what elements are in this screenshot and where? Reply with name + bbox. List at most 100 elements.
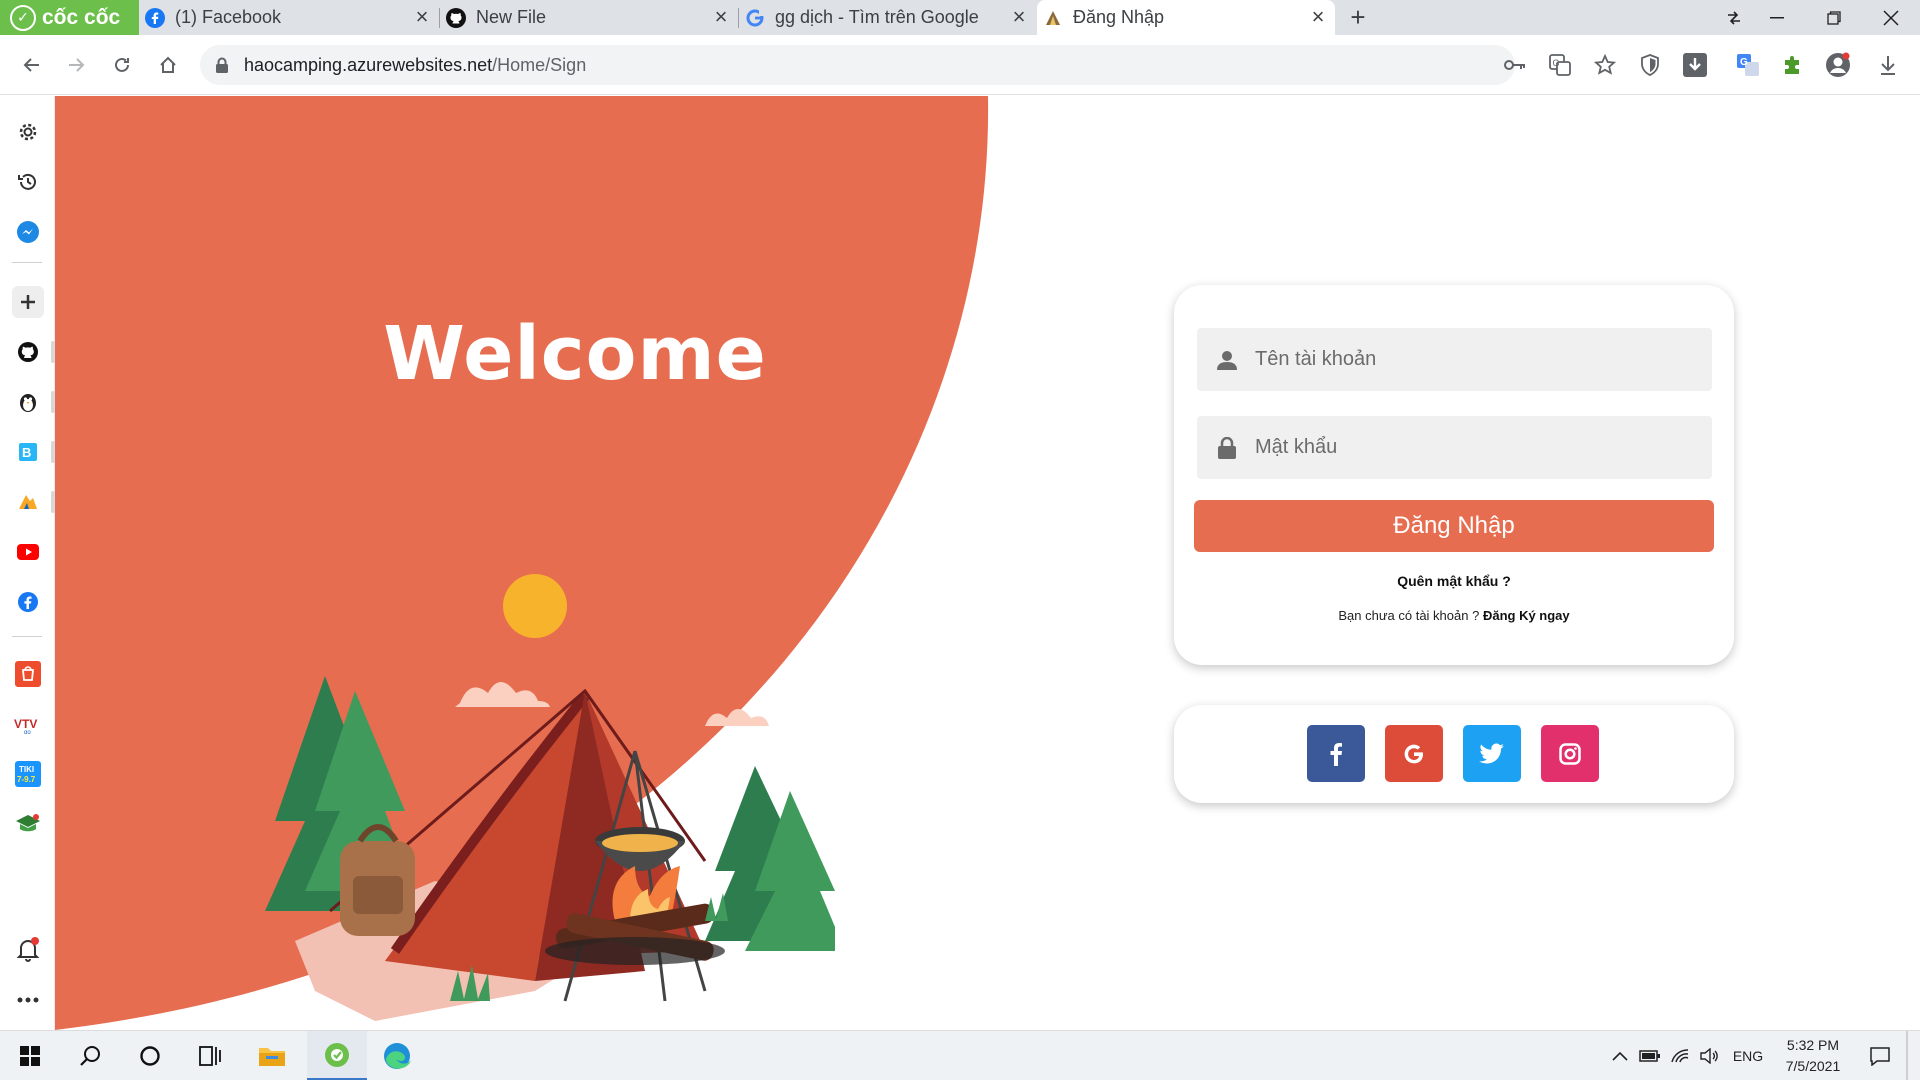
tab-github[interactable]: New File ×	[440, 0, 738, 35]
show-desktop-strip[interactable]	[1906, 1031, 1908, 1080]
url-host: haocamping.azurewebsites.net	[244, 54, 493, 75]
edge-icon[interactable]	[372, 1031, 422, 1080]
study-app-icon[interactable]: B	[12, 436, 44, 468]
facebook-login-button[interactable]	[1307, 725, 1365, 782]
key-icon[interactable]	[1500, 50, 1530, 80]
history-icon[interactable]	[12, 166, 44, 198]
notification-bell-icon[interactable]	[12, 934, 44, 966]
twitter-login-button[interactable]	[1463, 725, 1521, 782]
tab-close-icon[interactable]: ×	[1008, 6, 1030, 28]
messenger-icon[interactable]	[12, 216, 44, 248]
welcome-heading: Welcome	[383, 311, 767, 397]
clock-date: 7/5/2021	[1785, 1058, 1841, 1074]
tab-title: Đăng Nhập	[1073, 7, 1165, 27]
minimize-window-button[interactable]	[1749, 0, 1805, 35]
login-card: Đăng Nhập Quên mật khẩu ? Bạn chưa có tà…	[1174, 285, 1734, 665]
volume-icon[interactable]	[1695, 1031, 1725, 1080]
coccoc-taskbar-icon[interactable]	[307, 1031, 367, 1080]
camping-illustration	[265, 574, 835, 1021]
svg-text:go: go	[24, 730, 31, 734]
windows-start-icon[interactable]	[5, 1031, 55, 1080]
github-app-icon[interactable]	[12, 336, 44, 368]
settings-gear-icon[interactable]	[12, 116, 44, 148]
facebook-app-icon[interactable]	[12, 586, 44, 618]
forgot-password-link[interactable]: Quên mật khẩu ?	[1174, 573, 1734, 589]
google-icon	[745, 8, 765, 28]
youtube-icon[interactable]	[12, 536, 44, 568]
sidebar-divider	[12, 636, 42, 637]
svg-text:7-9.7: 7-9.7	[17, 775, 36, 784]
new-tab-button[interactable]: +	[1344, 3, 1372, 31]
tab-title: New File	[476, 7, 547, 27]
tab-close-icon[interactable]: ×	[411, 6, 433, 28]
google-icon	[1404, 744, 1423, 763]
shield-icon[interactable]	[1635, 50, 1665, 80]
signup-prompt: Bạn chưa có tài khoản ? Đăng Ký ngay	[1174, 608, 1734, 623]
camping-favicon	[1043, 8, 1063, 28]
password-input[interactable]	[1255, 436, 1685, 459]
more-options-icon[interactable]	[12, 984, 44, 1016]
shopee-app-icon[interactable]	[12, 658, 44, 690]
notification-center-icon[interactable]	[1862, 1031, 1898, 1080]
username-input[interactable]	[1255, 348, 1685, 371]
download-box-icon[interactable]	[1680, 50, 1710, 80]
url-path: /Home/Sign	[492, 54, 587, 75]
coccoc-brand-label: cốc cốc	[42, 5, 121, 29]
svg-text:G: G	[1553, 58, 1560, 68]
tray-overflow-chevron-icon[interactable]	[1605, 1031, 1635, 1080]
profile-avatar-icon[interactable]	[1823, 50, 1853, 80]
cortana-icon[interactable]	[125, 1031, 175, 1080]
twitter-icon	[1479, 742, 1504, 763]
penguin-app-icon[interactable]	[12, 386, 44, 418]
language-indicator[interactable]: ENG	[1728, 1031, 1768, 1080]
facebook-icon	[145, 7, 165, 28]
login-submit-button[interactable]: Đăng Nhập	[1194, 500, 1714, 552]
instagram-login-button[interactable]	[1541, 725, 1599, 782]
reload-button[interactable]	[106, 49, 138, 81]
browser-sidebar: B VTV go TIKI 7-9.7	[0, 96, 55, 1030]
tab-title: (1) Facebook	[175, 7, 282, 27]
tiki-app-icon[interactable]: TIKI 7-9.7	[12, 758, 44, 790]
vtv-app-icon[interactable]: VTV go	[12, 708, 44, 740]
close-window-button[interactable]	[1863, 0, 1919, 35]
svg-text:B: B	[22, 445, 31, 460]
search-icon[interactable]	[65, 1031, 115, 1080]
tab-google-search[interactable]: gg dịch - Tìm trên Google ×	[739, 0, 1036, 35]
forward-button[interactable]	[60, 49, 92, 81]
browser-toolbar: haocamping.azurewebsites.net/Home/Sign G…	[0, 35, 1920, 95]
password-field[interactable]	[1197, 416, 1712, 479]
tab-facebook[interactable]: (1) Facebook ×	[139, 0, 439, 35]
translate-icon[interactable]: G	[1545, 50, 1575, 80]
coccoc-menu-button[interactable]: ✓ cốc cốc	[0, 0, 139, 35]
lock-icon	[216, 57, 228, 73]
svg-text:G: G	[1740, 57, 1748, 68]
tab-close-icon[interactable]: ×	[1307, 6, 1329, 28]
system-clock[interactable]: 5:32 PM 7/5/2021	[1770, 1035, 1856, 1077]
no-account-text: Bạn chưa có tài khoản ?	[1338, 608, 1480, 623]
google-login-button[interactable]	[1385, 725, 1443, 782]
lock-icon	[1215, 436, 1239, 460]
address-bar[interactable]: haocamping.azurewebsites.net/Home/Sign	[200, 45, 1515, 85]
extensions-puzzle-icon[interactable]	[1778, 50, 1808, 80]
file-explorer-icon[interactable]	[247, 1031, 297, 1080]
translate-extension-icon[interactable]: G	[1733, 50, 1763, 80]
task-view-icon[interactable]	[185, 1031, 235, 1080]
bookmark-star-icon[interactable]	[1590, 50, 1620, 80]
battery-icon[interactable]	[1635, 1031, 1665, 1080]
signup-link[interactable]: Đăng Ký ngay	[1483, 608, 1570, 623]
home-button[interactable]	[152, 49, 184, 81]
add-app-icon[interactable]	[12, 286, 44, 318]
restore-window-button[interactable]	[1806, 0, 1862, 35]
clock-time: 5:32 PM	[1786, 1037, 1840, 1053]
svg-text:TIKI: TIKI	[19, 765, 34, 774]
facebook-icon	[1330, 742, 1342, 766]
wifi-icon[interactable]	[1665, 1031, 1695, 1080]
tab-close-icon[interactable]: ×	[710, 6, 732, 28]
ticket-app-icon[interactable]	[12, 486, 44, 518]
tab-dang-nhap[interactable]: Đăng Nhập ×	[1037, 0, 1335, 35]
coccoc-logo-icon: ✓	[10, 4, 36, 31]
back-button[interactable]	[16, 49, 48, 81]
username-field[interactable]	[1197, 328, 1712, 391]
downloads-icon[interactable]	[1873, 50, 1903, 80]
graduation-app-icon[interactable]	[12, 808, 44, 840]
